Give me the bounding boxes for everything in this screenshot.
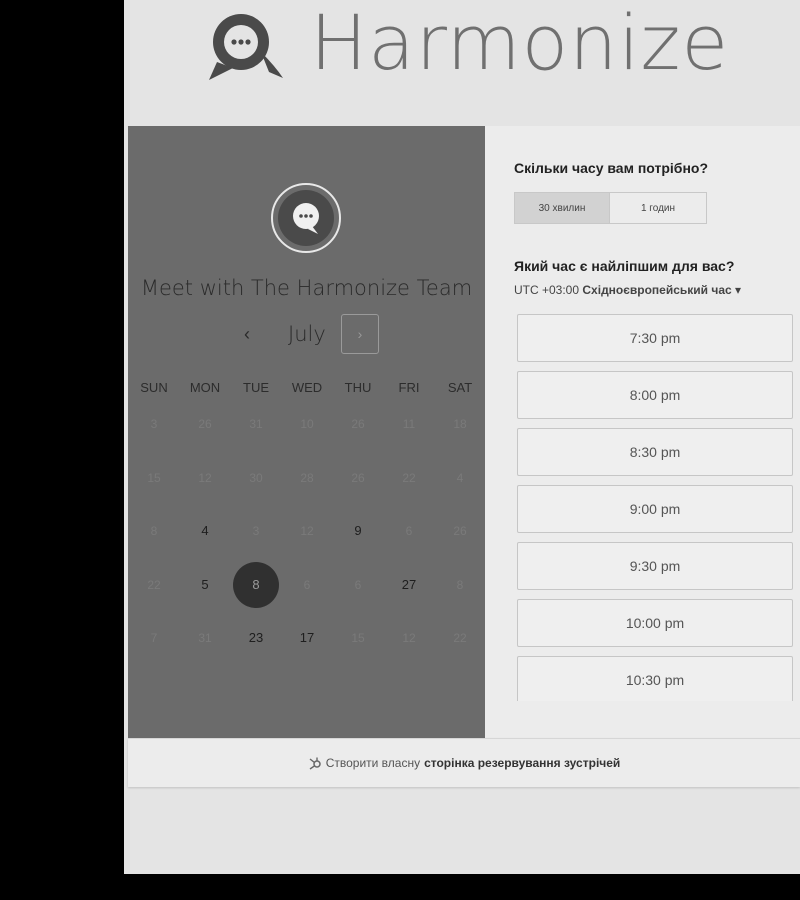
timezone-offset: UTC +03:00 xyxy=(514,283,580,297)
weekday-label: SUN xyxy=(140,380,168,395)
time-slot-button[interactable]: 10:30 pm xyxy=(517,656,793,701)
time-question: Який час є найліпшим для вас? xyxy=(514,258,735,274)
month-navigation: ‹ July › xyxy=(128,314,485,356)
footer-link-text[interactable]: сторінка резервування зустрічей xyxy=(424,756,620,770)
calendar-day: 26 xyxy=(351,470,365,485)
footer-prefix: Створити власну xyxy=(325,756,421,770)
time-slot-button[interactable]: 9:30 pm xyxy=(517,542,793,590)
weekday-label: THU xyxy=(344,380,372,395)
calendar-day: 3 xyxy=(252,524,260,538)
calendar-day[interactable]: 9 xyxy=(335,508,381,554)
calendar-day: 6 xyxy=(405,524,413,538)
time-slot-button[interactable]: 7:30 pm xyxy=(517,314,793,362)
chevron-right-icon: › xyxy=(357,326,363,342)
calendar-day: 18 xyxy=(453,417,467,431)
hubspot-icon xyxy=(309,757,321,770)
calendar-day: 22 xyxy=(147,577,161,592)
calendar-day: 31 xyxy=(198,631,212,645)
weekday-label: MON xyxy=(189,380,221,395)
time-slot-button[interactable]: 9:00 pm xyxy=(517,485,793,533)
calendar-day: 6 xyxy=(354,577,362,592)
time-slot-button[interactable]: 10:00 pm xyxy=(517,599,793,647)
footer-bar: Створити власну сторінка резервування зу… xyxy=(128,738,800,787)
weekday-label: SAT xyxy=(447,380,473,395)
calendar-day[interactable]: 27 xyxy=(386,562,432,608)
calendar-day: 28 xyxy=(300,470,314,485)
calendar-day: 7 xyxy=(150,631,158,645)
calendar-day: 12 xyxy=(402,631,416,645)
time-slot-button[interactable]: 8:30 pm xyxy=(517,428,793,476)
weekday-label: WED xyxy=(291,380,323,395)
duration-30-min-button[interactable]: 30 хвилин xyxy=(514,192,610,224)
calendar-day: 6 xyxy=(303,577,311,592)
calendar-day: 26 xyxy=(453,524,467,538)
caret-down-icon: ▾ xyxy=(735,283,742,297)
calendar-day: 30 xyxy=(249,470,263,485)
calendar-day[interactable]: 5 xyxy=(182,562,228,608)
calendar-day: 3 xyxy=(150,417,158,431)
previous-month-button[interactable]: ‹ xyxy=(244,324,250,345)
footer-link[interactable]: Створити власну сторінка резервування зу… xyxy=(128,739,800,787)
calendar-day: 15 xyxy=(147,470,161,485)
timezone-name: Східноєвропейський час xyxy=(582,283,732,297)
calendar-day: 8 xyxy=(150,524,158,538)
calendar-day: 22 xyxy=(453,631,467,645)
weekday-label: TUE xyxy=(243,380,269,395)
timezone-selector[interactable]: UTC +03:00 Східноєвропейський час ▾ xyxy=(514,283,741,297)
calendar-day: 26 xyxy=(351,417,365,431)
calendar-day: 31 xyxy=(249,417,263,431)
calendar-day[interactable]: 17 xyxy=(284,615,330,661)
calendar-day-selected[interactable]: 8 xyxy=(233,561,279,608)
calendar-day: 12 xyxy=(300,524,314,538)
current-month: July xyxy=(288,322,326,346)
calendar-day: 26 xyxy=(198,417,212,431)
meeting-title: Meet with The Harmonize Team xyxy=(140,276,473,300)
harmonize-logo-icon xyxy=(209,14,283,80)
time-slot-button[interactable]: 8:00 pm xyxy=(517,371,793,419)
brand-name: Harmonize xyxy=(310,0,730,87)
chat-bubble-icon xyxy=(293,203,319,234)
calendar-day: 10 xyxy=(300,417,314,431)
next-month-button[interactable]: › xyxy=(341,314,379,354)
duration-1-hour-button[interactable]: 1 годин xyxy=(609,192,707,224)
team-avatar xyxy=(271,183,341,253)
time-slot-list[interactable]: 7:30 pm 8:00 pm 8:30 pm 9:00 pm 9:30 pm 10:00… xyxy=(485,310,800,701)
calendar-day: 11 xyxy=(402,417,416,431)
calendar-day: 4 xyxy=(456,470,464,485)
calendar-day: 12 xyxy=(198,470,212,485)
calendar-day: 8 xyxy=(456,577,464,592)
weekday-label: FRI xyxy=(398,380,420,395)
calendar-day[interactable]: 23 xyxy=(233,615,279,661)
calendar-day: 15 xyxy=(351,631,365,645)
duration-question: Скільки часу вам потрібно? xyxy=(514,160,709,176)
calendar-day[interactable]: 4 xyxy=(182,508,228,554)
calendar-day: 22 xyxy=(402,470,416,485)
